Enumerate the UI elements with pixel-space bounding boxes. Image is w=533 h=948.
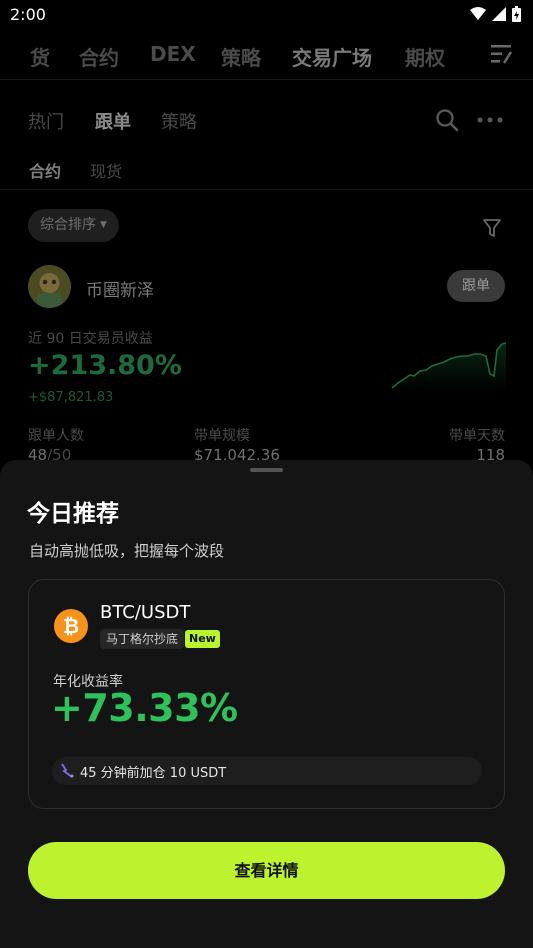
top-nav: 货 合约 DEX 策略 交易广场 期权 xyxy=(0,30,533,80)
sort-label: 综合排序 xyxy=(40,217,96,233)
signal-icon xyxy=(492,7,506,21)
search-icon[interactable] xyxy=(435,108,459,132)
top-nav-item-trading-square[interactable]: 交易广场 xyxy=(292,42,372,71)
bitcoin-icon: ₿ xyxy=(54,609,88,643)
filter-icon[interactable] xyxy=(483,219,501,238)
strategy-tag: 马丁格尔抄底 xyxy=(100,629,185,649)
recommendation-sheet: 今日推荐 自动高抛低吸，把握每个波段 ₿ BTC/USDT 马丁格尔抄底 New… xyxy=(0,460,533,948)
follow-button[interactable]: 跟单 xyxy=(447,270,505,302)
sort-dropdown[interactable]: 综合排序 ▼ xyxy=(28,209,119,242)
view-details-button[interactable]: 查看详情 xyxy=(28,842,505,899)
top-nav-item-spot[interactable]: 货 xyxy=(30,42,50,71)
stat-label-days: 带单天数 xyxy=(449,428,505,444)
tab-strategy[interactable]: 策略 xyxy=(161,108,197,134)
stat-label-followers: 跟单人数 xyxy=(28,428,84,444)
wifi-icon xyxy=(470,7,486,20)
activity-text: 45 分钟前加仓 10 USDT xyxy=(80,766,227,781)
tab-hot[interactable]: 热门 xyxy=(28,108,64,134)
profit-sparkline xyxy=(391,342,506,392)
top-nav-item-strategy[interactable]: 策略 xyxy=(221,42,261,71)
battery-icon xyxy=(512,6,521,22)
apy-value: +73.33% xyxy=(51,686,238,730)
tab-futures[interactable]: 合约 xyxy=(29,158,61,182)
activity-banner: 45 分钟前加仓 10 USDT xyxy=(52,757,482,785)
profit-label: 近 90 日交易员收益 xyxy=(28,331,153,347)
more-icon[interactable] xyxy=(477,108,503,132)
profit-percentage: +213.80% xyxy=(28,350,182,381)
trader-name[interactable]: 币圈新泽 xyxy=(86,276,154,301)
trader-avatar[interactable] xyxy=(28,265,71,308)
sheet-drag-handle[interactable] xyxy=(250,468,283,472)
top-nav-item-dex[interactable]: DEX xyxy=(150,42,196,66)
trend-icon xyxy=(61,763,74,778)
new-badge: New xyxy=(185,630,220,648)
market-tabs: 合约 现货 xyxy=(0,156,533,190)
top-nav-item-options[interactable]: 期权 xyxy=(405,42,445,71)
sheet-subtitle: 自动高抛低吸，把握每个波段 xyxy=(29,542,225,560)
menu-edit-icon[interactable] xyxy=(491,44,513,64)
profit-amount: +$87,821.83 xyxy=(28,390,114,405)
tab-copy-trading[interactable]: 跟单 xyxy=(95,108,131,134)
sheet-title: 今日推荐 xyxy=(27,501,119,527)
status-time: 2:00 xyxy=(10,5,46,24)
status-icons xyxy=(470,6,521,22)
caret-down-icon: ▼ xyxy=(100,220,107,230)
sub-nav: 热门 跟单 策略 xyxy=(0,104,533,140)
status-bar: 2:00 xyxy=(0,0,533,30)
trading-pair: BTC/USDT xyxy=(100,602,191,623)
top-nav-item-futures[interactable]: 合约 xyxy=(79,42,119,71)
tab-spot[interactable]: 现货 xyxy=(90,158,122,182)
strategy-card[interactable]: ₿ BTC/USDT 马丁格尔抄底 New 年化收益率 +73.33% 45 分… xyxy=(28,579,505,809)
stat-label-aum: 带单规模 xyxy=(194,428,250,444)
